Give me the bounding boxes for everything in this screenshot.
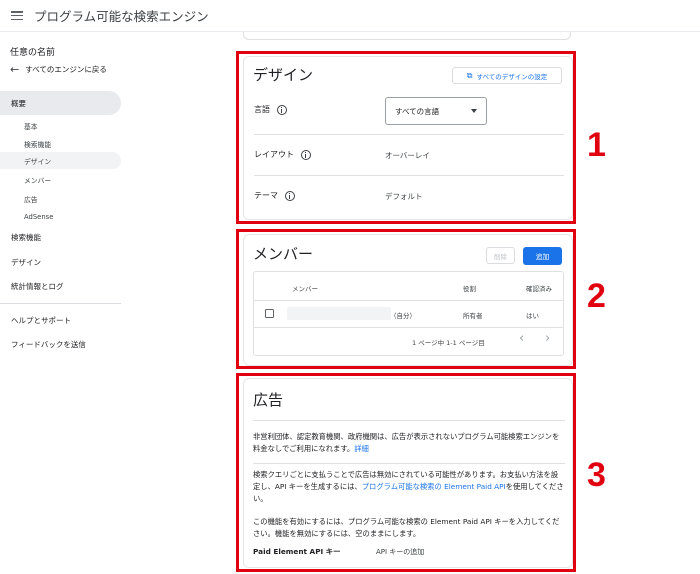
sidebar-item-label: デザイン	[11, 258, 41, 267]
sidebar-subitem-adsense[interactable]: AdSense	[0, 211, 53, 222]
annotation-number-1: 1	[587, 126, 606, 164]
sidebar-item-design[interactable]: デザイン	[0, 256, 41, 269]
annotation-number-2: 2	[587, 277, 606, 315]
sidebar-item-label: ヘルプとサポート	[11, 316, 71, 325]
sidebar-item-label: 検索機能	[11, 233, 41, 242]
sidebar-divider	[0, 303, 121, 304]
top-app-bar: プログラム可能な検索エンジン	[0, 0, 700, 32]
sidebar-item-label: 統計情報とログ	[11, 282, 64, 291]
sidebar-item-label: フィードバックを送信	[11, 340, 86, 349]
sidebar-item-send-feedback[interactable]: フィードバックを送信	[0, 338, 86, 351]
sidebar-subitem-search-features[interactable]: 検索機能	[0, 138, 51, 149]
sidebar-subitem-ads[interactable]: 広告	[0, 193, 38, 204]
annotation-box-1	[236, 51, 576, 224]
sidebar-item-label: メンバー	[24, 176, 52, 185]
annotation-number-3: 3	[587, 456, 606, 494]
sidebar-item-stats-logs[interactable]: 統計情報とログ	[0, 280, 64, 293]
back-to-engines-label: すべてのエンジンに戻る	[25, 65, 107, 74]
sidebar-item-label: デザイン	[24, 157, 52, 166]
arrow-back-icon: ←	[10, 63, 20, 76]
sidebar-subitem-design[interactable]: デザイン	[0, 152, 121, 169]
previous-card-edge	[243, 32, 571, 40]
back-to-engines-link[interactable]: ← すべてのエンジンに戻る	[10, 64, 107, 75]
sidebar-subitem-members[interactable]: メンバー	[0, 174, 51, 185]
sidebar-item-overview[interactable]: 概要	[0, 91, 121, 115]
sidebar-item-help-support[interactable]: ヘルプとサポート	[0, 314, 71, 327]
annotation-box-3	[236, 373, 576, 572]
sidebar-item-search-features[interactable]: 検索機能	[0, 231, 41, 244]
menu-icon[interactable]	[11, 11, 23, 20]
sidebar-item-label: 基本	[24, 122, 38, 131]
engine-name: 任意の名前	[10, 48, 56, 58]
annotation-box-2	[236, 229, 576, 369]
app-title: プログラム可能な検索エンジン	[34, 9, 209, 24]
sidebar-item-label: 広告	[24, 195, 38, 204]
sidebar-item-label: AdSense	[24, 212, 54, 221]
sidebar-item-label: 概要	[11, 98, 26, 108]
sidebar-item-label: 検索機能	[24, 140, 52, 149]
sidebar-subitem-basic[interactable]: 基本	[0, 120, 38, 131]
sidebar: 任意の名前 ← すべてのエンジンに戻る 概要 基本 検索機能 デザイン メンバー…	[0, 32, 128, 574]
